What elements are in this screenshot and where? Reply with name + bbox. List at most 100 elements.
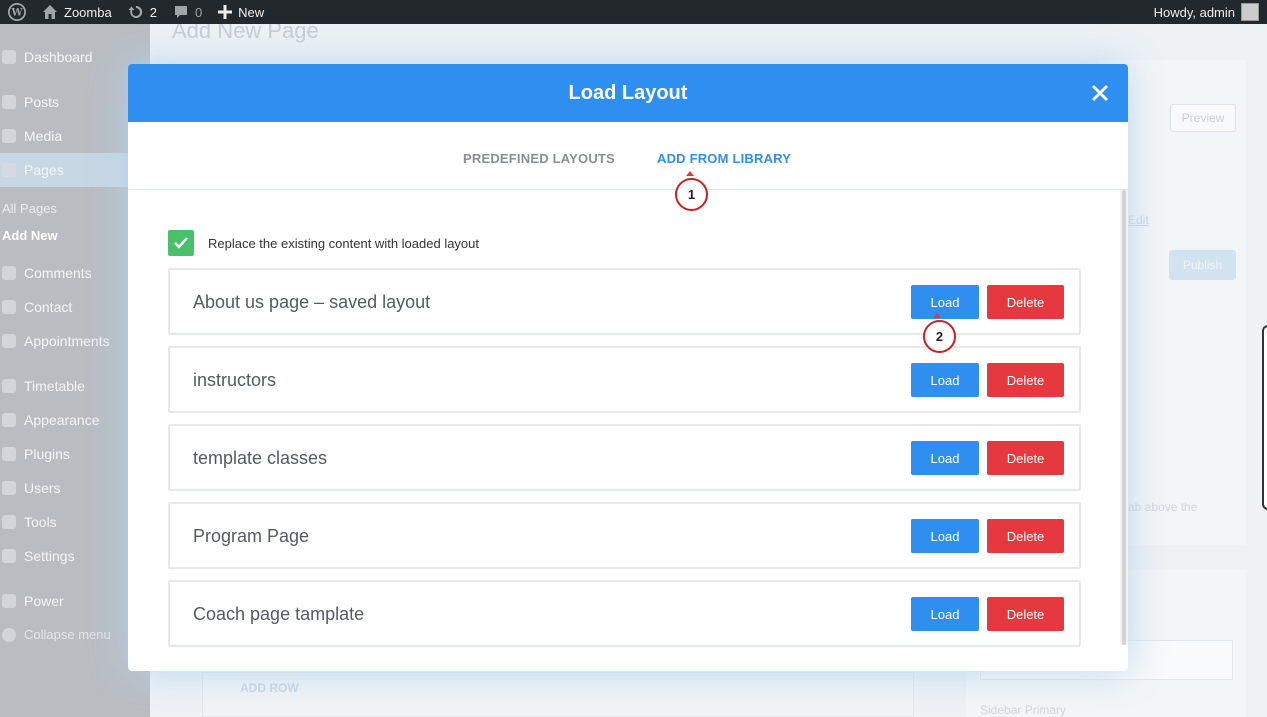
- load-button[interactable]: Load: [911, 597, 979, 631]
- delete-button[interactable]: Delete: [987, 597, 1064, 631]
- sidebar-item-dashboard[interactable]: Dashboard: [0, 49, 93, 65]
- delete-button[interactable]: Delete: [987, 363, 1064, 397]
- wp-logo-menu[interactable]: W: [0, 0, 34, 24]
- sidebar-item-timetable[interactable]: Timetable: [0, 378, 85, 394]
- sidebar-item-label: Appointments: [24, 333, 110, 349]
- comment-icon: [174, 6, 187, 18]
- admin-bar: W Zoomba 2 0 New Howdy, admin: [0, 0, 1267, 24]
- sidebar-item-label: Media: [24, 128, 63, 144]
- delete-button[interactable]: Delete: [987, 441, 1064, 475]
- sidebar-item-posts[interactable]: Posts: [0, 94, 59, 110]
- scroll-thumb[interactable]: [1122, 190, 1126, 645]
- edit-link[interactable]: Edit: [1128, 213, 1149, 227]
- sidebar-item-label: Power: [24, 593, 64, 609]
- modal-body: Replace the existing content with loaded…: [128, 190, 1128, 671]
- hint-text: ab above the: [1128, 500, 1198, 514]
- sidebar-item-label: Timetable: [24, 378, 85, 394]
- add-row-area: [202, 672, 914, 717]
- layout-name: template classes: [193, 448, 328, 468]
- delete-button[interactable]: Delete: [987, 519, 1064, 553]
- comment-icon: [2, 266, 16, 280]
- sidebar-item-label: Posts: [24, 94, 60, 110]
- site-name-link[interactable]: Zoomba: [34, 0, 120, 24]
- pin-icon: [2, 95, 16, 109]
- settings-icon: [2, 549, 16, 563]
- modal-header: Load Layout: [128, 64, 1128, 122]
- load-button[interactable]: Load: [911, 363, 979, 397]
- brush-icon: [2, 413, 16, 427]
- delete-button[interactable]: Delete: [987, 285, 1064, 319]
- wordpress-icon: W: [8, 3, 26, 21]
- sidebar-item-power[interactable]: Power: [0, 593, 64, 609]
- plugin-icon: [2, 447, 16, 461]
- modal-title: Load Layout: [568, 81, 688, 104]
- close-icon: [1092, 85, 1108, 101]
- comments-link[interactable]: 0: [165, 0, 210, 24]
- sidebar-item-label: Plugins: [24, 446, 70, 462]
- load-layout-modal: Load Layout PREDEFINED LAYOUTS ADD FROM …: [128, 64, 1128, 671]
- layout-name: About us page – saved layout: [193, 292, 431, 312]
- sidebar-item-settings[interactable]: Settings: [0, 548, 75, 564]
- sidebar-item-appointments[interactable]: Appointments: [0, 333, 110, 349]
- sidebar-item-label: Dashboard: [24, 49, 93, 65]
- layout-name: instructors: [193, 370, 277, 390]
- close-button[interactable]: [1090, 83, 1110, 103]
- load-button[interactable]: Load: [911, 519, 979, 553]
- sidebar-item-label: Contact: [24, 299, 73, 315]
- home-icon: [43, 5, 57, 19]
- publish-button[interactable]: Publish: [1169, 250, 1236, 280]
- preview-button[interactable]: Preview: [1170, 104, 1236, 132]
- pages-icon: [2, 163, 16, 177]
- sidebar-item-label: Users: [24, 480, 61, 496]
- user-icon: [2, 481, 16, 495]
- sidebar-sub-all-pages[interactable]: All Pages: [2, 201, 57, 216]
- mail-icon: [2, 300, 16, 314]
- greeting: Howdy, admin: [1153, 4, 1235, 20]
- refresh-icon: [128, 5, 142, 18]
- load-button[interactable]: Load: [911, 441, 979, 475]
- sidebar-item-label: Appearance: [24, 412, 100, 428]
- updates-link[interactable]: 2: [120, 0, 165, 24]
- new-content-link[interactable]: New: [210, 0, 272, 24]
- layout-tabs: PREDEFINED LAYOUTS ADD FROM LIBRARY: [128, 122, 1128, 190]
- modal-scrollbar[interactable]: [1120, 190, 1128, 645]
- sidebar-primary-label: Sidebar Primary: [980, 703, 1067, 717]
- tab-predefined-layouts[interactable]: PREDEFINED LAYOUTS: [463, 151, 615, 166]
- tab-add-from-library[interactable]: ADD FROM LIBRARY: [657, 151, 791, 166]
- sidebar-item-appearance[interactable]: Appearance: [0, 412, 100, 428]
- updates-count: 2: [149, 4, 157, 20]
- list-item: instructors Load Delete: [168, 346, 1081, 413]
- add-row-button[interactable]: ADD ROW: [240, 681, 299, 695]
- replace-content-checkbox[interactable]: [168, 230, 194, 256]
- sidebar-item-label: Tools: [24, 514, 57, 530]
- wrench-icon: [2, 515, 16, 529]
- load-button[interactable]: Load: [911, 285, 979, 319]
- sidebar-item-tools[interactable]: Tools: [0, 514, 57, 530]
- lightning-icon: [2, 594, 16, 608]
- sidebar-item-label: Settings: [24, 548, 75, 564]
- sidebar-item-plugins[interactable]: Plugins: [0, 446, 70, 462]
- collapse-icon: [2, 627, 16, 642]
- layout-name: Coach page tamplate: [193, 604, 365, 624]
- list-item: Program Page Load Delete: [168, 502, 1081, 569]
- annotation-caret: [933, 313, 941, 318]
- new-label: New: [238, 4, 265, 20]
- sidebar-sub-add-new[interactable]: Add New: [2, 228, 58, 243]
- dashboard-icon: [2, 50, 16, 64]
- sidebar-item-comments[interactable]: Comments: [0, 265, 92, 281]
- checkmark-icon: [174, 237, 188, 249]
- replace-content-option: Replace the existing content with loaded…: [168, 230, 479, 256]
- edge-panel-tab[interactable]: [1262, 325, 1267, 510]
- comments-count: 0: [194, 4, 203, 20]
- avatar: [1241, 3, 1259, 21]
- replace-content-label: Replace the existing content with loaded…: [208, 235, 480, 251]
- sidebar-item-users[interactable]: Users: [0, 480, 61, 496]
- sidebar-item-media[interactable]: Media: [0, 128, 62, 144]
- sidebar-item-contact[interactable]: Contact: [0, 299, 72, 315]
- my-account-link[interactable]: Howdy, admin: [1146, 0, 1267, 24]
- sidebar-item-label: Collapse menu: [24, 627, 111, 642]
- sidebar-item-label: Comments: [24, 265, 92, 281]
- calendar-icon: [2, 379, 16, 393]
- sidebar-collapse-menu[interactable]: Collapse menu: [0, 627, 111, 642]
- list-item: template classes Load Delete: [168, 424, 1081, 491]
